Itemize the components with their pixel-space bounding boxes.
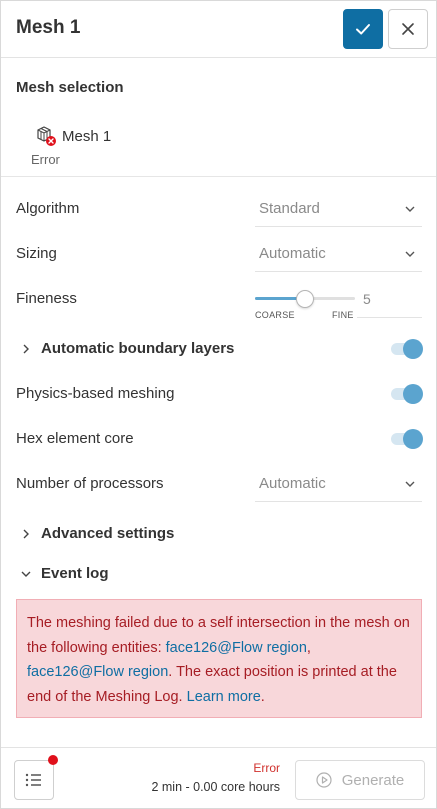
check-icon bbox=[356, 24, 370, 35]
toggle-knob bbox=[403, 339, 423, 359]
fineness-min-label: COARSE bbox=[255, 310, 295, 320]
mesh-item-status: Error bbox=[31, 152, 60, 167]
meshing-log-button[interactable] bbox=[14, 760, 54, 800]
mesh-item-name: Mesh 1 bbox=[62, 127, 112, 145]
algorithm-select[interactable]: Standard bbox=[255, 191, 422, 227]
chevron-down-icon[interactable] bbox=[20, 568, 32, 580]
play-icon bbox=[316, 772, 332, 788]
list-icon bbox=[25, 773, 41, 787]
physics-based-meshing-label: Physics-based meshing bbox=[16, 385, 175, 402]
section-divider bbox=[1, 176, 436, 177]
chevron-down-icon bbox=[405, 251, 415, 257]
advanced-settings-label[interactable]: Advanced settings bbox=[41, 525, 174, 542]
panel-footer: Error 2 min - 0.00 core hours Generate bbox=[1, 747, 436, 809]
chevron-right-icon[interactable] bbox=[20, 528, 32, 540]
entity-link[interactable]: face126@Flow region bbox=[166, 640, 307, 656]
panel-title: Mesh 1 bbox=[16, 17, 81, 38]
error-text: . bbox=[260, 688, 265, 705]
sizing-label: Sizing bbox=[16, 245, 57, 262]
toggle-knob bbox=[403, 429, 423, 449]
mesh-selection-item[interactable]: Mesh 1 bbox=[34, 125, 111, 147]
event-log-label[interactable]: Event log bbox=[41, 565, 109, 582]
job-time: 2 min - 0.00 core hours bbox=[151, 780, 280, 794]
algorithm-label: Algorithm bbox=[16, 200, 80, 217]
mesh-cube-icon bbox=[37, 126, 56, 146]
close-button[interactable] bbox=[388, 9, 428, 49]
hex-element-core-toggle[interactable] bbox=[391, 429, 423, 449]
fineness-slider-thumb[interactable] bbox=[296, 290, 314, 308]
physics-based-meshing-toggle[interactable] bbox=[391, 384, 423, 404]
sizing-value: Automatic bbox=[259, 245, 326, 262]
close-icon bbox=[402, 23, 414, 35]
sizing-select[interactable]: Automatic bbox=[255, 236, 422, 272]
auto-boundary-layers-toggle[interactable] bbox=[391, 339, 423, 359]
confirm-button[interactable] bbox=[343, 9, 383, 49]
fineness-value-underline bbox=[357, 317, 422, 318]
fineness-label: Fineness bbox=[16, 290, 77, 307]
job-status: Error bbox=[253, 761, 280, 775]
chevron-down-icon bbox=[405, 481, 415, 487]
auto-boundary-layers-label[interactable]: Automatic boundary layers bbox=[41, 340, 234, 357]
mesh-selection-title: Mesh selection bbox=[16, 79, 124, 96]
generate-label: Generate bbox=[341, 771, 405, 789]
toggle-knob bbox=[403, 384, 423, 404]
algorithm-value: Standard bbox=[259, 200, 320, 217]
notification-dot bbox=[48, 755, 58, 765]
fineness-max-label: FINE bbox=[332, 310, 354, 320]
entity-link[interactable]: face126@Flow region bbox=[27, 664, 168, 680]
panel-header: Mesh 1 bbox=[1, 1, 436, 58]
generate-button[interactable]: Generate bbox=[295, 760, 425, 800]
error-badge-icon bbox=[46, 136, 56, 146]
learn-more-link[interactable]: Learn more bbox=[187, 689, 261, 705]
error-message: The meshing failed due to a self interse… bbox=[16, 599, 422, 718]
chevron-down-icon bbox=[405, 206, 415, 212]
processors-label: Number of processors bbox=[16, 475, 164, 492]
hex-element-core-label: Hex element core bbox=[16, 430, 134, 447]
processors-select[interactable]: Automatic bbox=[255, 466, 422, 502]
processors-value: Automatic bbox=[259, 475, 326, 492]
mesh-settings-panel: Mesh 1 Mesh selection Mesh 1 Error Algor… bbox=[0, 0, 437, 809]
fineness-value-input[interactable]: 5 bbox=[363, 291, 371, 307]
chevron-right-icon[interactable] bbox=[20, 343, 32, 355]
error-separator: , bbox=[306, 639, 311, 656]
